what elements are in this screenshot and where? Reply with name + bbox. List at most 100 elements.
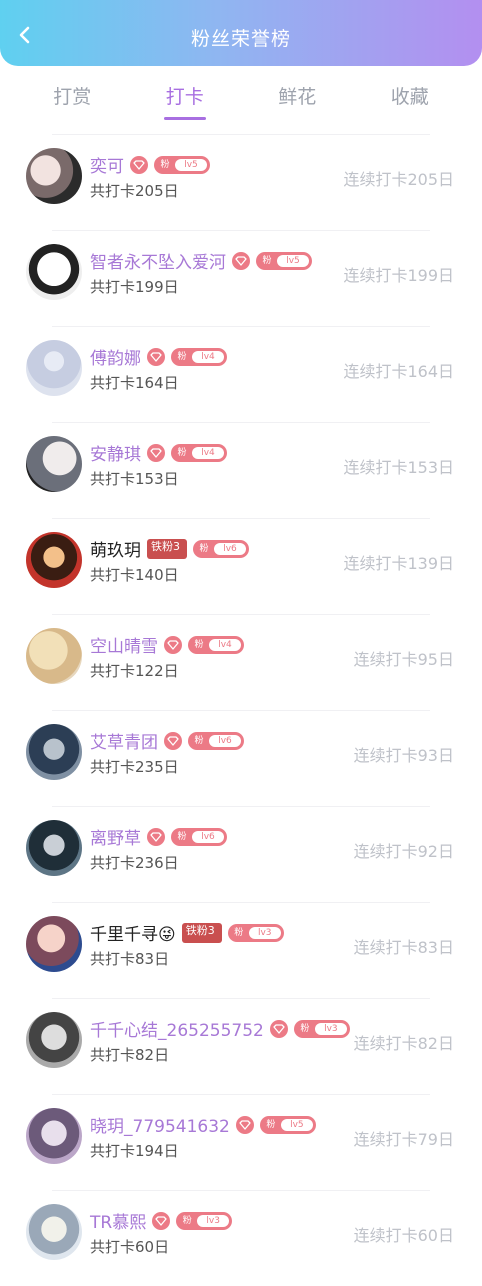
streak-checkin: 连续打卡79日 <box>353 1130 454 1149</box>
fan-level-badge: 粉 lv3 <box>176 1211 233 1230</box>
tab-flowers[interactable]: 鲜花 <box>254 76 340 120</box>
avatar[interactable] <box>26 1204 82 1260</box>
fan-badge-label: 粉 <box>177 447 187 458</box>
list-item[interactable]: 晓玥_779541632 粉 lv5 共打卡194日 连续打卡79日 <box>0 1094 482 1190</box>
fan-badge-label: 粉 <box>182 1215 192 1226</box>
avatar[interactable] <box>26 244 82 300</box>
fan-badge-label: 粉 <box>300 1023 310 1034</box>
user-name: 傅韵娜 <box>90 349 141 369</box>
user-name: 空山晴雪 <box>90 637 158 657</box>
list-item[interactable]: 千里千寻😜 铁粉3 粉 lv3 共打卡83日 连续打卡83日 <box>0 902 482 998</box>
header-bar: 粉丝荣誉榜 <box>0 0 482 66</box>
avatar[interactable] <box>26 724 82 780</box>
list-item[interactable]: 千千心结_265255752 粉 lv3 共打卡82日 连续打卡82日 <box>0 998 482 1094</box>
name-line: 智者永不坠入爱河 粉 lv5 <box>90 248 312 273</box>
avatar[interactable] <box>26 340 82 396</box>
fan-badge-label: 粉 <box>262 255 272 266</box>
fan-level-badge: 粉 lv4 <box>171 347 227 366</box>
level-label: lv3 <box>314 1022 347 1035</box>
fan-level-badge: 粉 lv6 <box>171 827 227 846</box>
diamond-icon <box>164 731 182 750</box>
diamond-icon <box>130 155 148 174</box>
total-checkin: 共打卡140日 <box>90 566 179 584</box>
user-name: 艾草青团 <box>90 733 158 753</box>
ranking-list: 奕可粉 lv5 共打卡205日 连续打卡205日 智者永不坠入爱河粉 lv5 共打卡199日… <box>0 134 482 1286</box>
name-line: TR慕熙 粉 lv3 <box>90 1208 233 1233</box>
user-name: 晓玥_779541632 <box>90 1117 230 1137</box>
fan-level-badge: 粉 lv6 <box>193 539 249 558</box>
streak-checkin: 连续打卡60日 <box>353 1226 454 1245</box>
total-checkin: 共打卡83日 <box>90 950 170 968</box>
list-item[interactable]: TR慕熙 粉 lv3 共打卡60日 连续打卡60日 <box>0 1190 482 1286</box>
level-label: lv6 <box>192 830 224 843</box>
fan-badge-label: 粉 <box>266 1119 276 1130</box>
tab-bar: 打赏 打卡 鲜花 收藏 <box>0 76 482 120</box>
iron-fan-badge: 铁粉3 <box>147 538 187 559</box>
name-line: 奕可 粉 lv5 <box>90 152 210 177</box>
list-item[interactable]: 奕可 粉 lv5 共打卡205日 连续打卡205日 <box>0 134 482 230</box>
list-item[interactable]: 离野草 粉 lv6 共打卡236日 连续打卡92日 <box>0 806 482 902</box>
total-checkin: 共打卡153日 <box>90 470 179 488</box>
total-checkin: 共打卡60日 <box>90 1238 170 1256</box>
user-name: TR慕熙 <box>90 1213 147 1233</box>
iron-fan-badge: 铁粉3 <box>181 922 222 943</box>
name-line: 千里千寻😜 铁粉3 粉 lv3 <box>90 920 284 945</box>
streak-checkin: 连续打卡153日 <box>343 458 454 477</box>
total-checkin: 共打卡194日 <box>90 1142 179 1160</box>
level-label: lv3 <box>197 1214 230 1227</box>
user-name: 安静琪 <box>90 445 141 465</box>
avatar[interactable] <box>26 820 82 876</box>
user-name: 千里千寻😜 <box>90 925 176 945</box>
list-item[interactable]: 萌玖玥 铁粉3 粉 lv6 共打卡140日 连续打卡139日 <box>0 518 482 614</box>
user-name: 智者永不坠入爱河 <box>90 253 226 273</box>
avatar[interactable] <box>26 628 82 684</box>
avatar[interactable] <box>26 916 82 972</box>
streak-checkin: 连续打卡139日 <box>343 554 454 573</box>
avatar[interactable] <box>26 148 82 204</box>
user-name: 萌玖玥 <box>90 541 141 561</box>
name-line: 空山晴雪 粉 lv4 <box>90 632 244 657</box>
total-checkin: 共打卡235日 <box>90 758 179 776</box>
level-label: lv4 <box>209 638 241 651</box>
list-item[interactable]: 空山晴雪 粉 lv4 共打卡122日 连续打卡95日 <box>0 614 482 710</box>
list-item[interactable]: 艾草青团 粉 lv6 共打卡235日 连续打卡93日 <box>0 710 482 806</box>
list-item[interactable]: 智者永不坠入爱河 粉 lv5 共打卡199日 连续打卡199日 <box>0 230 482 326</box>
diamond-icon <box>232 251 250 270</box>
name-line: 千千心结_265255752 粉 lv3 <box>90 1016 350 1041</box>
user-name: 奕可 <box>90 157 124 177</box>
diamond-icon <box>235 1115 254 1134</box>
streak-checkin: 连续打卡82日 <box>353 1034 454 1053</box>
total-checkin: 共打卡236日 <box>90 854 179 872</box>
avatar[interactable] <box>26 1108 82 1164</box>
diamond-icon <box>147 443 165 462</box>
fan-level-badge: 粉 lv3 <box>227 923 284 942</box>
name-line: 晓玥_779541632 粉 lv5 <box>90 1112 316 1137</box>
name-line: 安静琪 粉 lv4 <box>90 440 227 465</box>
total-checkin: 共打卡122日 <box>90 662 179 680</box>
avatar[interactable] <box>26 436 82 492</box>
diamond-icon <box>147 347 165 366</box>
fan-level-badge: 粉 lv5 <box>154 155 210 174</box>
tab-favorites[interactable]: 收藏 <box>367 76 453 120</box>
tab-checkin[interactable]: 打卡 <box>142 76 228 120</box>
avatar[interactable] <box>26 1012 82 1068</box>
streak-checkin: 连续打卡83日 <box>353 938 454 957</box>
user-name: 离野草 <box>90 829 141 849</box>
avatar[interactable] <box>26 532 82 588</box>
page-title: 粉丝荣誉榜 <box>190 28 291 50</box>
streak-checkin: 连续打卡164日 <box>343 362 454 381</box>
streak-checkin: 连续打卡205日 <box>343 170 454 189</box>
fan-level-badge: 粉 lv3 <box>293 1019 350 1038</box>
level-label: lv4 <box>192 350 224 363</box>
fan-level-badge: 粉 lv6 <box>188 731 244 750</box>
level-label: lv6 <box>214 542 246 555</box>
streak-checkin: 连续打卡95日 <box>353 650 454 669</box>
list-item[interactable]: 安静琪 粉 lv4 共打卡153日 连续打卡153日 <box>0 422 482 518</box>
level-label: lv3 <box>248 926 281 939</box>
name-line: 萌玖玥 铁粉3 粉 lv6 <box>90 536 249 561</box>
total-checkin: 共打卡82日 <box>90 1046 170 1064</box>
level-label: lv6 <box>209 734 241 747</box>
tab-reward[interactable]: 打赏 <box>29 76 115 120</box>
streak-checkin: 连续打卡93日 <box>353 746 454 765</box>
list-item[interactable]: 傅韵娜 粉 lv4 共打卡164日 连续打卡164日 <box>0 326 482 422</box>
